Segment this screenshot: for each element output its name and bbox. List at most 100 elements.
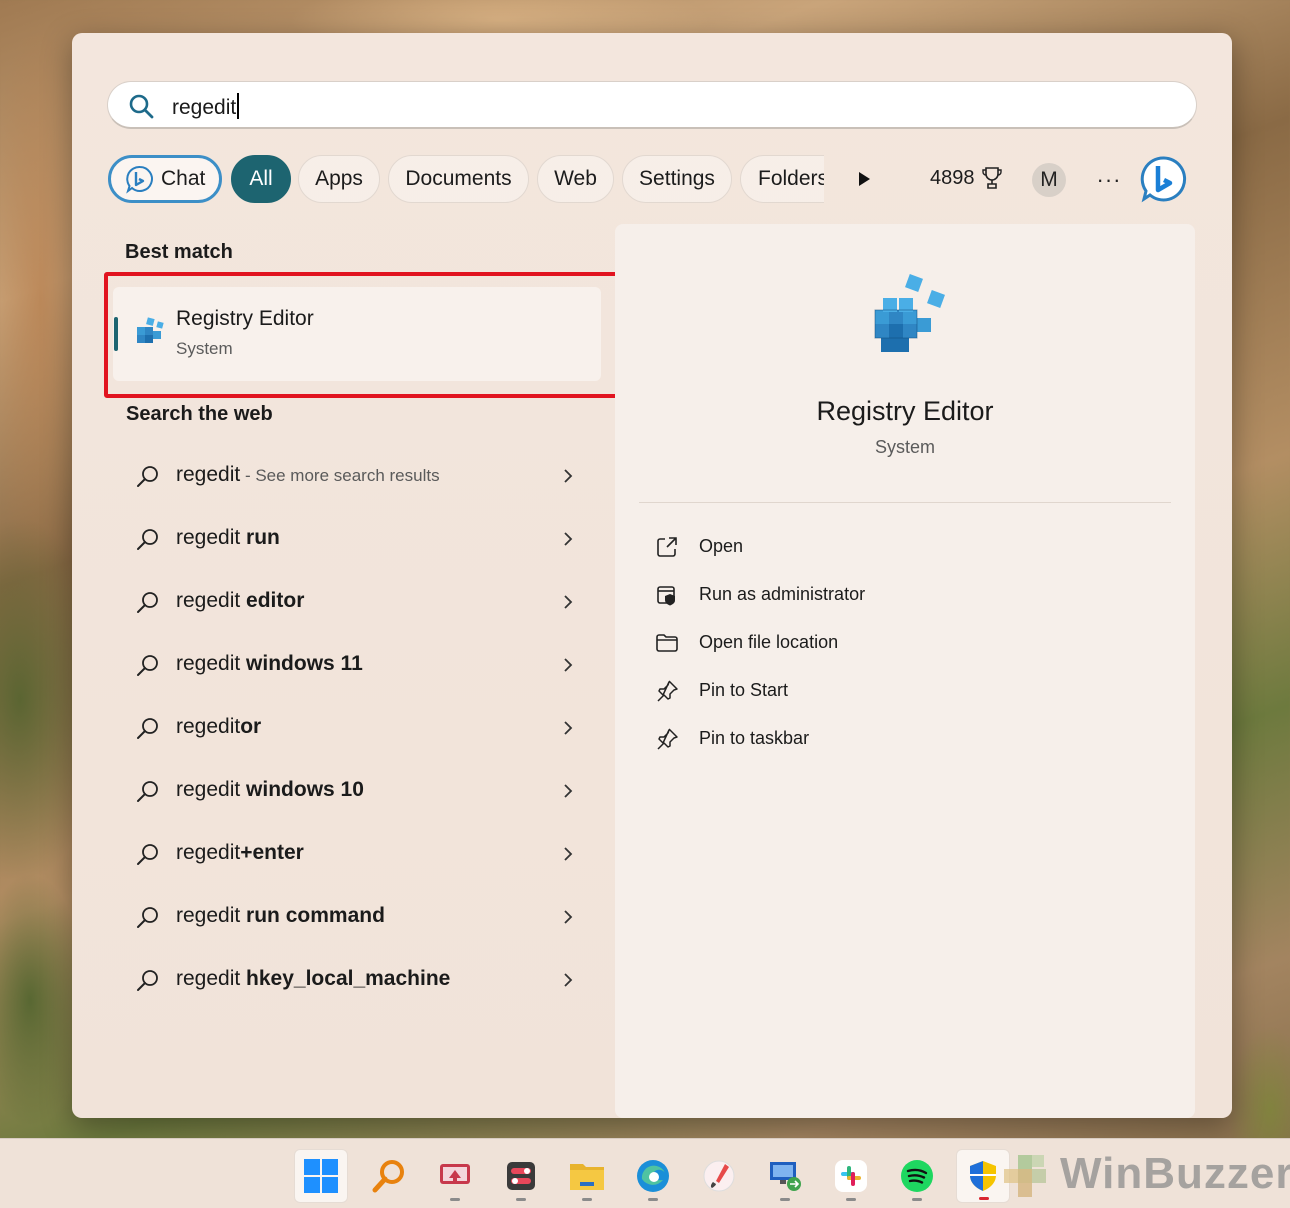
details-title: Registry Editor xyxy=(816,396,994,426)
chevron-right-icon xyxy=(564,658,573,672)
suggestion-query: regedit xyxy=(176,967,241,990)
chat-label: Chat xyxy=(161,167,206,190)
more-options-button[interactable]: ··· xyxy=(1092,163,1126,197)
rewards-points[interactable]: 4898 xyxy=(930,166,1003,190)
all-label: All xyxy=(249,167,273,190)
details-divider xyxy=(639,502,1171,503)
suggestion-query: regedit xyxy=(176,904,241,927)
search-icon xyxy=(137,718,158,739)
chevron-right-icon xyxy=(564,910,573,924)
documents-filter-button[interactable]: Documents xyxy=(388,155,529,203)
all-filter-button[interactable]: All xyxy=(231,155,291,203)
web-suggestion[interactable]: regedit windows 11 xyxy=(128,645,578,685)
web-suggestion[interactable]: regedit windows 10 xyxy=(128,771,578,811)
taskbar-app-toggles[interactable] xyxy=(494,1149,548,1203)
registry-editor-large-icon xyxy=(874,274,945,352)
suggestion-text: regeditor xyxy=(176,715,261,739)
avatar-initial: M xyxy=(1040,168,1058,191)
more-icon: ··· xyxy=(1096,167,1122,192)
suggestion-completion: or xyxy=(240,715,262,738)
chat-filter-button[interactable]: Chat xyxy=(108,155,222,203)
remote-desktop-icon xyxy=(770,1162,801,1191)
suggestion-text: regedit run command xyxy=(176,904,385,928)
taskbar-file-explorer[interactable] xyxy=(560,1149,614,1203)
suggestion-query: regedit xyxy=(176,715,241,738)
open-action[interactable]: Open xyxy=(655,530,1055,564)
web-suggestion[interactable]: regedit - See more search results xyxy=(128,456,578,496)
web-suggestion[interactable]: regedit run command xyxy=(128,897,578,937)
suggestion-text: regedit editor xyxy=(176,589,304,613)
open-file-location-label: Open file location xyxy=(699,632,839,652)
suggestion-query: regedit xyxy=(176,841,241,864)
taskbar-spotify[interactable] xyxy=(890,1149,944,1203)
best-match-heading: Best match xyxy=(125,241,233,263)
web-filter-button[interactable]: Web xyxy=(537,155,614,203)
run-as-admin-action[interactable]: Run as administrator xyxy=(655,578,1055,612)
chevron-right-icon xyxy=(564,532,573,546)
web-suggestion[interactable]: regedit+enter xyxy=(128,834,578,874)
chevron-right-icon xyxy=(564,721,573,735)
web-suggestion[interactable]: regeditor xyxy=(128,708,578,748)
pin-to-taskbar-label: Pin to taskbar xyxy=(699,728,810,748)
spotify-icon xyxy=(901,1160,933,1192)
web-suggestion[interactable]: regedit run xyxy=(128,519,578,559)
folders-filter-button[interactable]: Folders xyxy=(740,155,824,203)
suggestion-query: regedit xyxy=(176,652,241,675)
taskbar-search-button[interactable] xyxy=(362,1149,416,1203)
search-icon xyxy=(129,94,154,119)
search-icon xyxy=(137,655,158,676)
open-external-icon xyxy=(657,537,677,557)
taskbar-slack[interactable] xyxy=(824,1149,878,1203)
shield-admin-icon xyxy=(657,586,675,606)
suggestion-query: regedit xyxy=(176,778,241,801)
documents-label: Documents xyxy=(405,167,512,190)
start-button[interactable] xyxy=(294,1149,348,1203)
windows-logo-icon xyxy=(304,1159,338,1193)
search-icon xyxy=(137,529,158,550)
suggestion-completion: editor xyxy=(240,589,305,612)
more-filters-arrow-button[interactable] xyxy=(850,165,878,193)
run-as-admin-label: Run as administrator xyxy=(699,584,866,604)
suggestion-completion: run xyxy=(240,526,280,549)
user-avatar[interactable]: M xyxy=(1032,163,1066,197)
pin-to-start-action[interactable]: Pin to Start xyxy=(655,674,1055,708)
search-box[interactable]: regedit xyxy=(107,81,1197,129)
chevron-right-icon xyxy=(564,847,573,861)
suggestion-completion: windows 10 xyxy=(240,778,364,801)
taskbar-app-paint[interactable] xyxy=(692,1149,746,1203)
pin-icon xyxy=(657,680,678,702)
web-suggestion[interactable]: regedit hkey_local_machine xyxy=(128,960,578,1000)
taskbar-edge[interactable] xyxy=(626,1149,680,1203)
settings-filter-button[interactable]: Settings xyxy=(622,155,732,203)
suggestion-completion: +enter xyxy=(240,841,304,864)
settings-label: Settings xyxy=(639,167,715,190)
chevron-right-icon xyxy=(564,784,573,798)
search-icon xyxy=(137,844,158,865)
apps-filter-button[interactable]: Apps xyxy=(298,155,380,203)
suggestion-completion: windows 11 xyxy=(240,652,363,675)
bing-chat-icon xyxy=(126,165,153,194)
suggestion-text: regedit - See more search results xyxy=(176,463,440,487)
taskbar-app-presentation[interactable] xyxy=(428,1149,482,1203)
web-suggestion[interactable]: regedit editor xyxy=(128,582,578,622)
folder-icon xyxy=(656,634,678,652)
suggestion-query: regedit xyxy=(176,463,241,486)
screen-share-icon xyxy=(440,1164,470,1184)
suggestion-note: - See more search results xyxy=(240,466,440,485)
suggestion-text: regedit windows 11 xyxy=(176,652,363,676)
winbuzzer-watermark: WinBuzzer xyxy=(960,1143,1290,1207)
pin-icon xyxy=(657,728,678,750)
slack-icon xyxy=(835,1160,867,1192)
search-icon xyxy=(137,907,158,928)
taskbar-remote-desktop[interactable] xyxy=(758,1149,812,1203)
trophy-icon xyxy=(981,167,1002,189)
search-input[interactable]: regedit xyxy=(172,93,240,120)
chevron-right-icon xyxy=(564,973,573,987)
watermark-text: WinBuzzer xyxy=(1060,1149,1290,1198)
open-file-location-action[interactable]: Open file location xyxy=(655,626,1055,660)
details-pane: Registry Editor System Open Run as admin… xyxy=(615,224,1195,1118)
red-highlight-annotation xyxy=(104,272,625,398)
bing-icon[interactable] xyxy=(1140,155,1188,203)
pin-to-taskbar-action[interactable]: Pin to taskbar xyxy=(655,722,1055,756)
edge-browser-icon xyxy=(637,1160,669,1192)
